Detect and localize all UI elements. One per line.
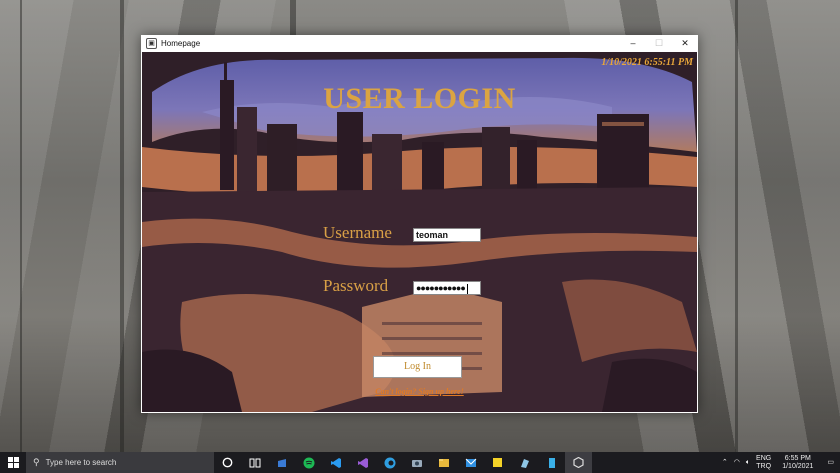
task-view-icon[interactable] — [241, 452, 268, 473]
signup-link: Can't login? Sign up here! — [142, 387, 697, 396]
window-title: Homepage — [161, 38, 201, 48]
tray-chevron-icon[interactable]: ⌃ — [719, 459, 731, 467]
cortana-icon[interactable] — [214, 452, 241, 473]
clock-time: 6:55 PM — [784, 454, 811, 462]
mail-icon[interactable] — [457, 452, 484, 473]
file-explorer-icon[interactable] — [430, 452, 457, 473]
login-panel: 1/10/2021 6:55:11 PM USER LOGIN Username… — [142, 52, 697, 412]
username-input[interactable]: teoman — [413, 228, 481, 242]
paint-icon[interactable] — [511, 452, 538, 473]
network-icon[interactable]: ◠ — [731, 459, 743, 467]
username-label: Username — [323, 223, 392, 242]
minimize-button[interactable]: – — [620, 35, 646, 51]
unity-icon[interactable] — [565, 452, 592, 473]
rock-crack — [735, 0, 738, 452]
region-code: TRQ — [756, 462, 772, 470]
signup-link-text[interactable]: Can't login? Sign up here! — [375, 387, 463, 396]
taskbar: ⚲ Type here to search ⌃ ◠ 🔈︎ ENG TRQ 6:5… — [0, 452, 840, 473]
vscode-icon[interactable] — [322, 452, 349, 473]
taskbar-search-box[interactable]: ⚲ Type here to search — [26, 452, 214, 473]
start-button[interactable] — [0, 452, 26, 473]
rock-crack — [120, 0, 124, 452]
windows-logo-icon — [7, 457, 19, 468]
sticky-notes-icon[interactable] — [484, 452, 511, 473]
datetime-display: 1/10/2021 6:55:11 PM — [601, 57, 693, 68]
system-tray: ⌃ ◠ 🔈︎ ENG TRQ 6:55 PM 1/10/2021 ▭ — [719, 452, 840, 473]
app-icon: ▣ — [146, 37, 157, 49]
password-value: ●●●●●●●●●●● — [416, 283, 466, 293]
password-input[interactable]: ●●●●●●●●●●● — [413, 281, 481, 295]
camera-icon[interactable] — [403, 452, 430, 473]
maximize-button[interactable]: ☐ — [646, 35, 672, 51]
clock[interactable]: 6:55 PM 1/10/2021 — [774, 455, 821, 471]
language-code: ENG — [756, 454, 772, 462]
spotify-icon[interactable] — [295, 452, 322, 473]
rock-crack — [290, 0, 296, 40]
close-button[interactable]: ✕ — [672, 35, 698, 51]
search-icon: ⚲ — [33, 457, 40, 467]
window-titlebar[interactable]: ▣ Homepage – ☐ ✕ — [141, 35, 698, 51]
clock-date: 1/10/2021 — [782, 462, 814, 470]
rock-crack — [20, 0, 22, 452]
edge-icon[interactable] — [376, 452, 403, 473]
notification-icon[interactable]: ▭ — [821, 459, 840, 467]
language-indicator[interactable]: ENG TRQ — [753, 455, 774, 471]
text-caret — [466, 283, 468, 294]
visual-studio-icon[interactable] — [349, 452, 376, 473]
search-placeholder: Type here to search — [45, 458, 117, 467]
volume-icon[interactable]: 🔈︎ — [743, 459, 753, 467]
username-value: teoman — [416, 230, 449, 240]
login-button[interactable]: Log In — [373, 356, 462, 378]
page-title: USER LOGIN — [323, 82, 516, 115]
login-window: ▣ Homepage – ☐ ✕ 1/10/2021 6:55:11 PM US… — [141, 35, 698, 413]
password-label: Password — [323, 276, 389, 295]
app-icon[interactable] — [538, 452, 565, 473]
store-icon[interactable] — [268, 452, 295, 473]
